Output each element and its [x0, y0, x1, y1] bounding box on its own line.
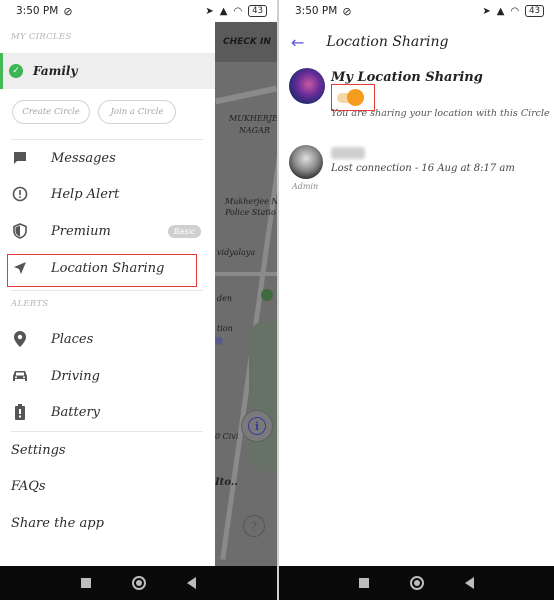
help-icon[interactable]: ? — [243, 515, 265, 537]
status-time: 3:50 PM — [16, 5, 59, 17]
check-circle-icon: ✓ — [9, 64, 23, 78]
status-bar: 3:50 PM ⊘ ➤ ▲ ◠ 43 — [279, 0, 554, 22]
join-circle-button[interactable]: Join a Circle — [98, 100, 176, 124]
location-status-icon: ➤ — [482, 5, 491, 17]
system-navigation-bar — [279, 566, 554, 600]
map-park — [249, 322, 277, 472]
menu-item-faqs[interactable]: FAQs — [0, 470, 215, 502]
map-label: Ito.. — [215, 477, 238, 488]
circle-item-family[interactable]: ✓ Family — [0, 53, 215, 89]
location-pin-icon — [11, 330, 29, 348]
wifi-icon: ◠ — [510, 5, 520, 17]
status-bar: 3:50 PM ⊘ ➤ ▲ ◠ 43 — [0, 0, 277, 22]
map-road — [215, 272, 277, 276]
divider — [11, 139, 203, 140]
blurred-member-name — [331, 147, 365, 159]
right-phone-screen: 3:50 PM ⊘ ➤ ▲ ◠ 43 ← Location Sharing My… — [279, 0, 554, 600]
battery-icon — [11, 403, 29, 421]
menu-label: Help Alert — [51, 186, 120, 202]
menu-label: Messages — [51, 150, 116, 166]
menu-item-messages[interactable]: Messages — [0, 142, 215, 174]
plan-badge: Basic — [167, 224, 201, 238]
status-icons: ➤ ▲ ◠ 43 — [482, 5, 544, 17]
map-background[interactable]: CHECK IN MUKHERJE NAGAR Mukherjee N Poli… — [215, 22, 277, 566]
member-status: Lost connection - 16 Aug at 8:17 am — [331, 163, 515, 174]
map-label: NAGAR — [239, 126, 270, 135]
map-label: den — [217, 294, 233, 303]
menu-label: Premium — [51, 223, 111, 239]
back-button[interactable] — [187, 577, 197, 589]
chat-icon — [11, 149, 29, 167]
back-button[interactable] — [464, 577, 474, 589]
avatar — [289, 145, 323, 179]
check-in-button[interactable]: CHECK IN — [215, 22, 277, 62]
menu-item-places[interactable]: Places — [0, 323, 215, 355]
signal-icon: ▲ — [496, 5, 505, 17]
battery-status-icon: 43 — [525, 5, 544, 17]
menu-item-share-app[interactable]: Share the app — [0, 507, 215, 539]
map-road — [215, 85, 277, 105]
divider — [11, 290, 203, 291]
menu-item-driving[interactable]: Driving — [0, 360, 215, 392]
car-icon — [11, 367, 29, 385]
avatar — [289, 68, 325, 104]
home-button[interactable] — [409, 576, 424, 590]
status-time: 3:50 PM — [295, 5, 338, 17]
menu-item-premium[interactable]: Premium Basic — [0, 215, 215, 247]
do-not-disturb-icon: ⊘ — [63, 4, 73, 18]
menu-item-settings[interactable]: Settings — [0, 434, 215, 466]
map-label: Police Statio — [225, 208, 276, 217]
location-status-icon: ➤ — [205, 5, 214, 17]
map-info-button[interactable]: i — [241, 410, 273, 442]
map-label: Mukherjee N — [225, 197, 277, 206]
highlight-annotation — [7, 254, 197, 287]
sharing-description: You are sharing your location with this … — [331, 108, 550, 119]
do-not-disturb-icon: ⊘ — [342, 4, 352, 18]
create-circle-button[interactable]: Create Circle — [12, 100, 90, 124]
page-title: Location Sharing — [326, 34, 449, 50]
my-location-sharing-title: My Location Sharing — [331, 70, 483, 85]
signal-icon: ▲ — [219, 5, 228, 17]
map-label: tion — [217, 324, 233, 333]
alert-icon — [11, 185, 29, 203]
shield-icon — [11, 222, 29, 240]
map-label: 0 Civi — [215, 432, 239, 441]
left-phone-screen: 3:50 PM ⊘ ➤ ▲ ◠ 43 CHECK IN MUKHERJE NAG… — [0, 0, 277, 600]
menu-label: Settings — [11, 442, 66, 458]
highlight-annotation — [331, 84, 375, 111]
my-circles-heading: MY CIRCLES — [11, 32, 72, 42]
divider — [11, 431, 203, 432]
system-navigation-bar — [0, 566, 277, 600]
menu-label: Share the app — [11, 515, 104, 531]
recents-button[interactable] — [359, 578, 370, 588]
home-button[interactable] — [131, 576, 146, 590]
menu-item-help-alert[interactable]: Help Alert — [0, 178, 215, 210]
alerts-heading: ALERTS — [11, 299, 49, 309]
app-bar: ← Location Sharing — [279, 22, 554, 62]
circle-name: Family — [33, 64, 78, 78]
wifi-icon: ◠ — [233, 5, 243, 17]
recents-button[interactable] — [80, 578, 91, 588]
map-place-pin — [261, 289, 273, 301]
menu-label: Places — [51, 331, 94, 347]
navigation-drawer: MY CIRCLES ✓ Family Create Circle Join a… — [0, 22, 215, 566]
menu-label: FAQs — [11, 478, 46, 494]
info-icon: i — [248, 417, 266, 435]
map-label: vidyalaya — [217, 248, 256, 257]
status-icons: ➤ ▲ ◠ 43 — [205, 5, 267, 17]
menu-item-battery[interactable]: Battery — [0, 396, 215, 428]
map-label: MUKHERJE — [229, 114, 277, 123]
back-arrow-icon[interactable]: ← — [291, 33, 304, 52]
admin-role-label: Admin — [292, 182, 319, 191]
menu-label: Battery — [51, 404, 101, 420]
map-place-pin — [215, 337, 223, 345]
battery-status-icon: 43 — [248, 5, 267, 17]
menu-label: Driving — [51, 368, 100, 384]
